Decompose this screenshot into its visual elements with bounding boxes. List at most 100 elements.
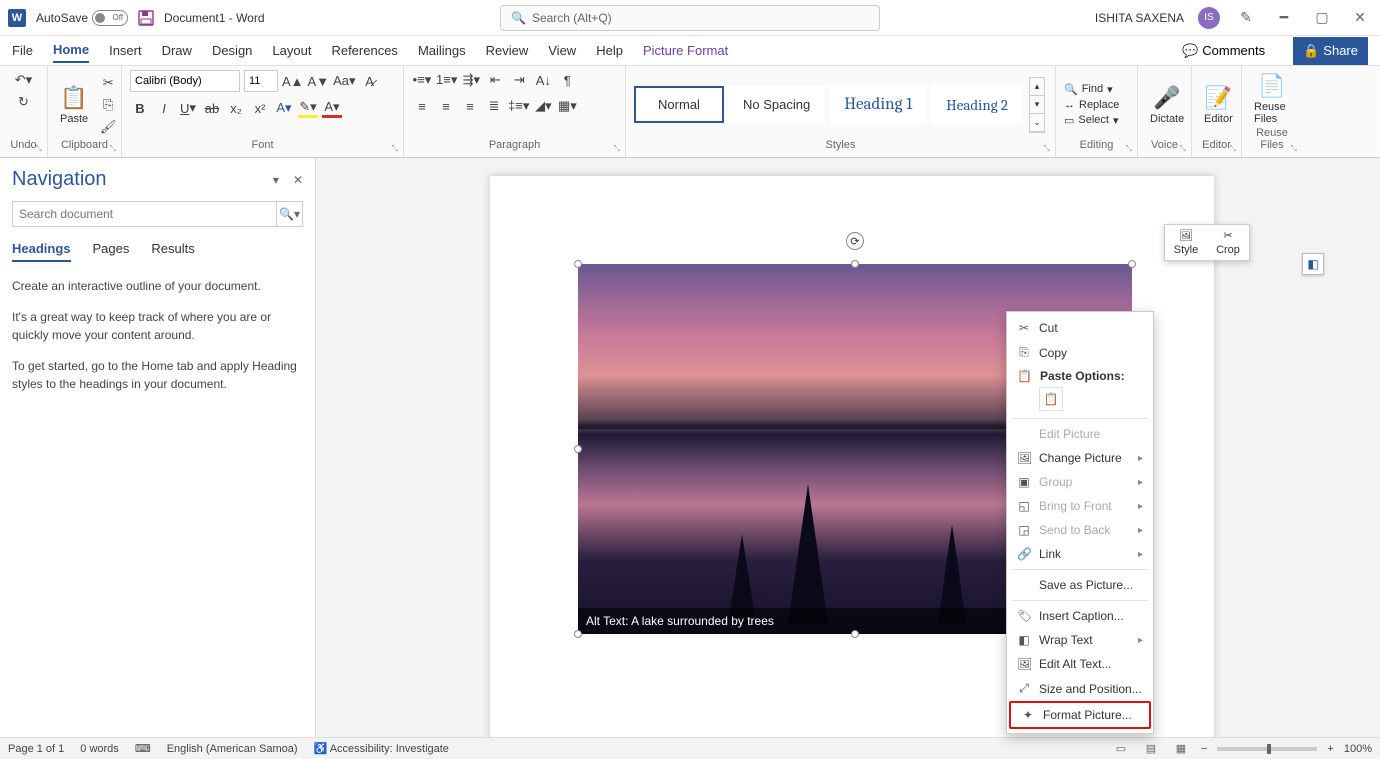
mini-crop-button[interactable]: ✂Crop <box>1207 225 1249 260</box>
nav-search-button[interactable]: 🔍▾ <box>276 202 302 226</box>
resize-handle[interactable] <box>574 445 582 453</box>
view-web-icon[interactable]: ▦ <box>1171 741 1191 757</box>
resize-handle[interactable] <box>851 630 859 638</box>
styles-gallery[interactable]: Normal No Spacing Heading 1 Heading 2 <box>634 84 1023 125</box>
status-page[interactable]: Page 1 of 1 <box>8 743 64 755</box>
numbering-icon[interactable]: 1≡▾ <box>436 70 457 90</box>
bold-button[interactable]: B <box>130 98 150 118</box>
tell-me-search[interactable]: 🔍 Search (Alt+Q) <box>500 5 880 31</box>
font-size-select[interactable] <box>244 70 278 92</box>
line-spacing-icon[interactable]: ‡≡▾ <box>508 96 529 116</box>
shrink-font-icon[interactable]: A▼ <box>308 71 330 91</box>
rotate-handle[interactable]: ⟳ <box>846 232 864 250</box>
strike-button[interactable]: ab <box>202 98 222 118</box>
increase-indent-icon[interactable]: ⇥ <box>509 70 529 90</box>
cm-size-position[interactable]: ⤢Size and Position... <box>1007 676 1153 701</box>
tab-references[interactable]: References <box>331 39 397 62</box>
document-canvas[interactable]: ⟳ Alt Text: A lake surrounded by trees 🖼… <box>316 158 1380 737</box>
zoom-slider[interactable] <box>1217 747 1317 751</box>
save-icon[interactable] <box>138 10 154 26</box>
mini-style-button[interactable]: 🖼Style <box>1165 225 1207 260</box>
reuse-files-button[interactable]: 📄Reuse Files <box>1250 71 1294 127</box>
justify-icon[interactable]: ≣ <box>484 96 504 116</box>
nav-tab-pages[interactable]: Pages <box>93 241 130 262</box>
tab-insert[interactable]: Insert <box>109 39 142 62</box>
highlight-icon[interactable]: ✎▾ <box>298 98 318 118</box>
multilevel-icon[interactable]: ⇶▾ <box>461 70 481 90</box>
tab-layout[interactable]: Layout <box>272 39 311 62</box>
resize-handle[interactable] <box>574 630 582 638</box>
tab-review[interactable]: Review <box>486 39 529 62</box>
tab-mailings[interactable]: Mailings <box>418 39 466 62</box>
cm-link[interactable]: 🔗Link▸ <box>1007 542 1153 566</box>
select-button[interactable]: ▭Select ▾ <box>1064 114 1119 127</box>
close-button[interactable]: ✕ <box>1348 6 1372 30</box>
find-button[interactable]: 🔍Find ▾ <box>1064 83 1119 96</box>
tab-draw[interactable]: Draw <box>162 39 192 62</box>
underline-button[interactable]: U▾ <box>178 98 198 118</box>
style-no-spacing[interactable]: No Spacing <box>728 86 825 123</box>
replace-button[interactable]: ↔Replace <box>1064 99 1119 111</box>
format-painter-icon[interactable]: 🖌 <box>98 117 118 137</box>
align-center-icon[interactable]: ≡ <box>436 96 456 116</box>
grow-font-icon[interactable]: A▲ <box>282 71 304 91</box>
comments-button[interactable]: 💬 Comments <box>1174 39 1273 63</box>
nav-close-icon[interactable]: ✕ <box>293 173 303 187</box>
styles-scroll[interactable]: ▴▾⌄ <box>1029 77 1045 133</box>
cm-wrap-text[interactable]: ◧Wrap Text▸ <box>1007 628 1153 652</box>
status-words[interactable]: 0 words <box>80 743 119 755</box>
view-print-icon[interactable]: ▤ <box>1141 741 1161 757</box>
cm-copy[interactable]: ⎘Copy <box>1007 340 1153 365</box>
status-language[interactable]: English (American Samoa) <box>167 743 298 755</box>
layout-options-button[interactable]: ◧ <box>1302 253 1324 275</box>
status-text-predictions-icon[interactable]: ⌨ <box>135 742 151 755</box>
cm-paste-option[interactable]: 📋 <box>1007 385 1153 415</box>
cm-edit-alt-text[interactable]: 🖼Edit Alt Text... <box>1007 652 1153 676</box>
nav-search[interactable]: 🔍▾ <box>12 201 303 227</box>
resize-handle[interactable] <box>1128 260 1136 268</box>
font-name-select[interactable] <box>130 70 240 92</box>
tab-home[interactable]: Home <box>53 38 89 63</box>
italic-button[interactable]: I <box>154 98 174 118</box>
tab-design[interactable]: Design <box>212 39 252 62</box>
zoom-out-button[interactable]: − <box>1201 743 1207 755</box>
decrease-indent-icon[interactable]: ⇤ <box>485 70 505 90</box>
tab-view[interactable]: View <box>548 39 576 62</box>
clear-format-icon[interactable]: A̷ <box>360 71 380 91</box>
nav-tab-results[interactable]: Results <box>151 241 194 262</box>
view-focus-icon[interactable]: ▭ <box>1111 741 1131 757</box>
redo-button[interactable]: ↻ <box>14 92 34 112</box>
restore-button[interactable]: ▢ <box>1310 6 1334 30</box>
cm-format-picture[interactable]: ✦Format Picture... <box>1009 701 1151 729</box>
zoom-in-button[interactable]: + <box>1327 743 1333 755</box>
tab-picture-format[interactable]: Picture Format <box>643 39 728 62</box>
nav-dropdown-icon[interactable]: ▾ <box>273 173 279 187</box>
show-marks-icon[interactable]: ¶ <box>557 70 577 90</box>
subscript-button[interactable]: x₂ <box>226 98 246 118</box>
dictate-button[interactable]: 🎤Dictate <box>1146 83 1188 127</box>
paste-button[interactable]: 📋 Paste <box>56 83 92 127</box>
style-heading-2[interactable]: Heading 2 <box>931 85 1023 125</box>
minimize-button[interactable]: ━ <box>1272 6 1296 30</box>
resize-handle[interactable] <box>851 260 859 268</box>
user-avatar[interactable]: IS <box>1198 7 1220 29</box>
align-right-icon[interactable]: ≡ <box>460 96 480 116</box>
shading-icon[interactable]: ◢▾ <box>533 96 553 116</box>
style-normal[interactable]: Normal <box>634 86 724 123</box>
style-heading-1[interactable]: Heading 1 <box>829 84 927 125</box>
undo-button[interactable]: ↶▾ <box>14 70 34 90</box>
share-button[interactable]: 🔒 Share <box>1293 37 1368 65</box>
copy-icon[interactable]: ⎘ <box>98 95 118 115</box>
editor-button[interactable]: 📝Editor <box>1200 83 1237 127</box>
resize-handle[interactable] <box>574 260 582 268</box>
autosave-toggle[interactable]: Off <box>92 10 128 26</box>
borders-icon[interactable]: ▦▾ <box>557 96 577 116</box>
cm-cut[interactable]: ✂Cut <box>1007 316 1153 340</box>
bullets-icon[interactable]: •≡▾ <box>412 70 432 90</box>
cm-change-picture[interactable]: 🖼Change Picture▸ <box>1007 446 1153 470</box>
align-left-icon[interactable]: ≡ <box>412 96 432 116</box>
cut-icon[interactable]: ✂ <box>98 73 118 93</box>
cm-save-as-picture[interactable]: Save as Picture... <box>1007 573 1153 597</box>
zoom-level[interactable]: 100% <box>1344 743 1372 755</box>
tab-file[interactable]: File <box>12 39 33 62</box>
